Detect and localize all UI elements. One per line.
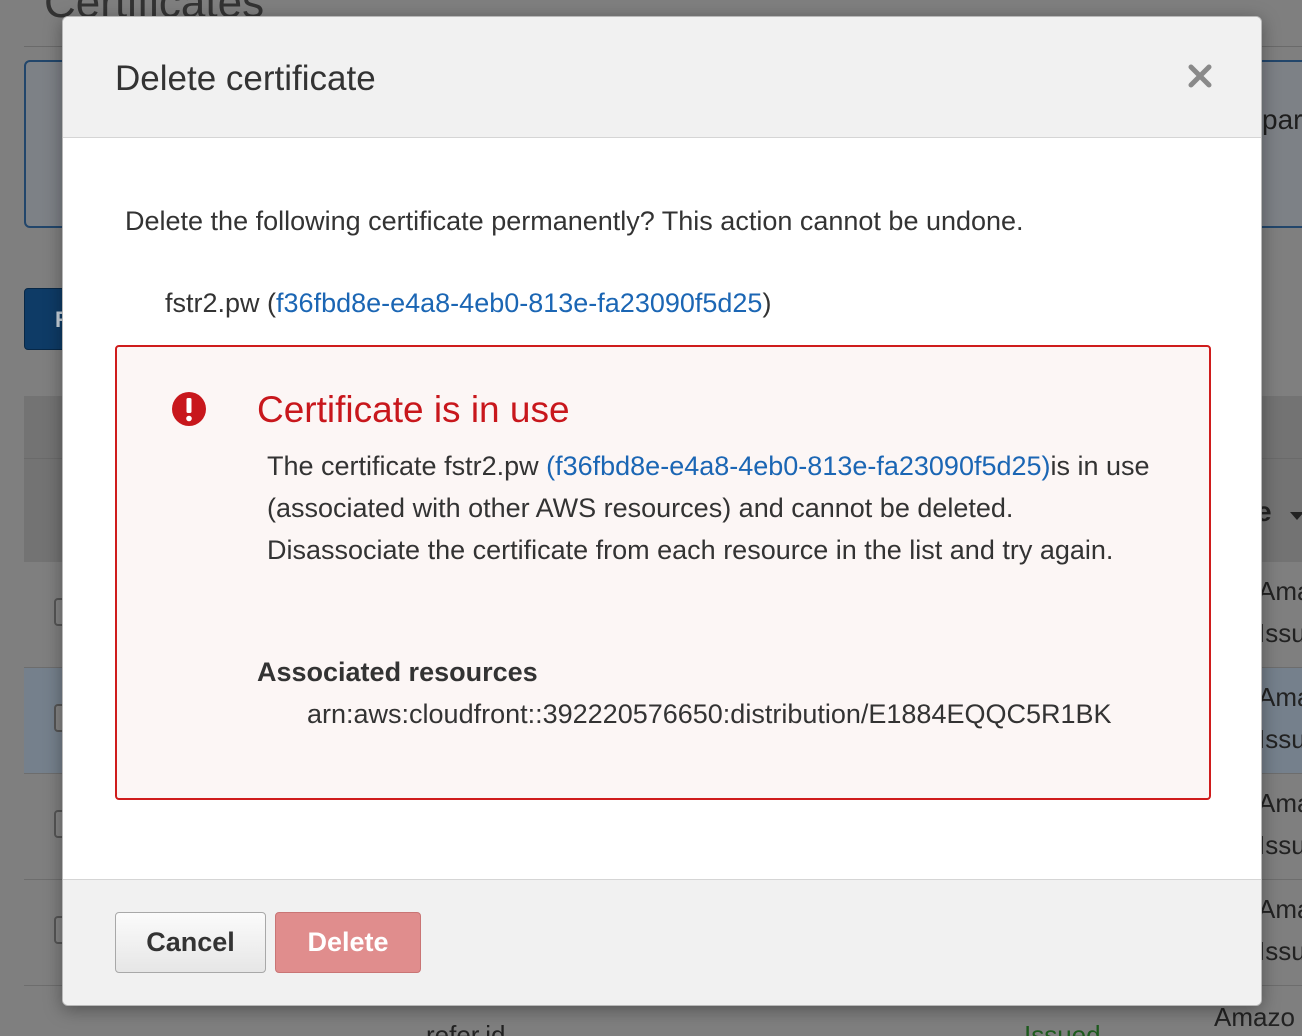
cancel-button[interactable]: Cancel <box>115 912 266 973</box>
error-certificate-id-link[interactable]: (f36fbd8e-e4a8-4eb0-813e-fa23090f5d25) <box>546 451 1050 481</box>
associated-resources-title: Associated resources <box>257 657 538 687</box>
error-message-prefix: The certificate fstr2.pw <box>267 451 547 481</box>
row-type: Amazo <box>1258 894 1302 924</box>
background-info-text: pare <box>1262 104 1302 135</box>
row-name: refer.id <box>426 1020 506 1036</box>
row-status: Issued <box>1258 830 1302 860</box>
error-title: Certificate is in use <box>257 389 570 430</box>
delete-button[interactable]: Delete <box>275 912 421 973</box>
certificate-id-link[interactable]: f36fbd8e-e4a8-4eb0-813e-fa23090f5d25 <box>276 288 762 318</box>
certificate-identifier: fstr2.pw (f36fbd8e-e4a8-4eb0-813e-fa2309… <box>165 288 772 318</box>
dialog-body: Delete the following certificate permane… <box>63 138 1261 881</box>
dialog-header: Delete certificate <box>63 17 1261 138</box>
close-icon[interactable] <box>1185 61 1215 91</box>
exclamation-circle-icon <box>172 392 206 426</box>
caret-down-icon <box>1290 512 1302 520</box>
row-type: Amazo <box>1214 1002 1295 1032</box>
error-message: The certificate fstr2.pw (f36fbd8e-e4a8-… <box>267 445 1167 571</box>
dialog-title: Delete certificate <box>115 59 376 98</box>
dialog-footer: Cancel Delete <box>63 879 1261 1005</box>
row-type: Amazo <box>1258 788 1302 818</box>
associated-resource-item: arn:aws:cloudfront::392220576650:distrib… <box>307 699 1112 729</box>
row-type: Amazo <box>1258 682 1302 712</box>
row-type: Amazo <box>1258 576 1302 606</box>
delete-certificate-dialog: Delete certificate Delete the following … <box>62 16 1262 1006</box>
error-alert: Certificate is in use The certificate fs… <box>115 345 1211 800</box>
row-status: Issued <box>1258 618 1302 648</box>
row-status: Issued <box>1258 724 1302 754</box>
certificate-domain: fstr2.pw <box>165 288 260 318</box>
row-status: Issued <box>1258 936 1302 966</box>
row-status: Issued <box>1024 1020 1101 1036</box>
confirm-message: Delete the following certificate permane… <box>125 206 1024 236</box>
